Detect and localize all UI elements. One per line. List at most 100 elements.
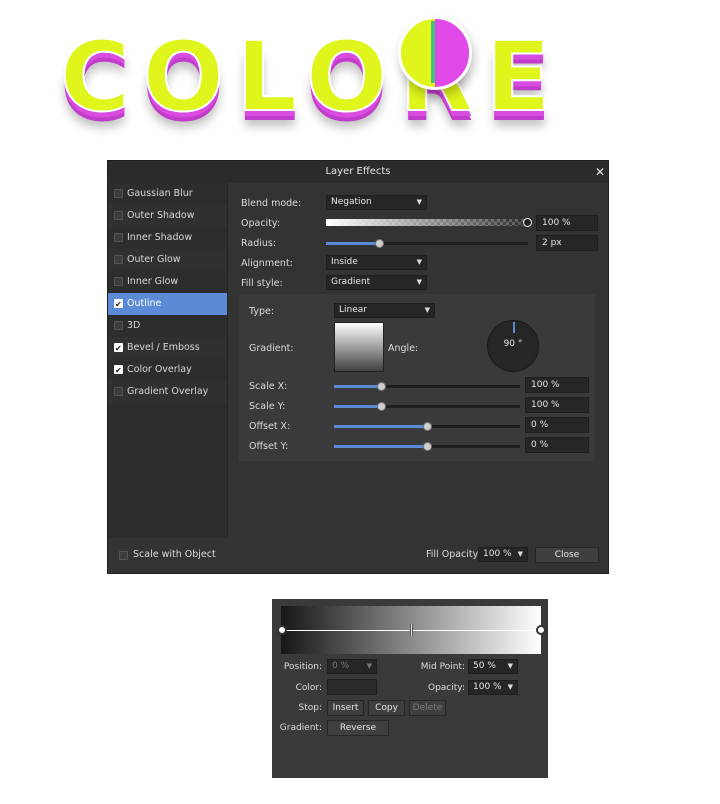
copy-stop-button[interactable]: Copy bbox=[368, 700, 405, 716]
close-icon[interactable]: ✕ bbox=[592, 161, 608, 183]
insert-stop-button[interactable]: Insert bbox=[327, 700, 364, 716]
offset-y-field[interactable]: 0 % bbox=[525, 437, 589, 453]
effect-label: Gradient Overlay bbox=[127, 386, 209, 397]
scale-with-object-checkbox[interactable] bbox=[119, 551, 128, 560]
effect-label: Outer Shadow bbox=[127, 210, 195, 221]
fill-opacity-dropdown[interactable]: 100 % ▼ bbox=[478, 547, 528, 562]
effect-item-color-overlay[interactable]: Color Overlay bbox=[108, 359, 227, 382]
effect-label: Gaussian Blur bbox=[127, 188, 193, 199]
effect-label: Outline bbox=[127, 298, 162, 309]
stop-opacity-dropdown[interactable]: 100 % ▼ bbox=[468, 680, 518, 695]
effect-label: Inner Glow bbox=[127, 276, 179, 287]
effect-checkbox[interactable] bbox=[114, 255, 123, 264]
logo-ball-graphic bbox=[398, 16, 472, 90]
effect-checkbox[interactable] bbox=[114, 189, 123, 198]
effect-item-3d[interactable]: 3D bbox=[108, 315, 227, 337]
gradient-midpoint-handle[interactable] bbox=[410, 624, 413, 636]
logo-banner: COLORE bbox=[0, 0, 720, 150]
effects-list: Gaussian Blur Outer Shadow Inner Shadow … bbox=[108, 183, 228, 538]
radius-slider-knob[interactable] bbox=[374, 239, 384, 248]
alignment-label: Alignment: bbox=[241, 258, 293, 269]
effect-item-outer-shadow[interactable]: Outer Shadow bbox=[108, 205, 227, 227]
effect-label: Color Overlay bbox=[127, 364, 192, 375]
effect-checkbox[interactable] bbox=[114, 277, 123, 286]
opacity-label: Opacity: bbox=[241, 218, 281, 229]
effect-item-gaussian-blur[interactable]: Gaussian Blur bbox=[108, 183, 227, 205]
effect-checkbox[interactable] bbox=[114, 294, 123, 316]
gradient-label-editor: Gradient: bbox=[279, 723, 322, 733]
offset-y-slider-fill bbox=[334, 445, 427, 448]
offset-y-slider-knob[interactable] bbox=[423, 442, 432, 451]
blend-mode-dropdown[interactable]: Negation ▼ bbox=[326, 195, 427, 210]
chevron-down-icon: ▼ bbox=[416, 198, 422, 206]
type-dropdown[interactable]: Linear ▼ bbox=[334, 303, 435, 318]
fill-style-value: Gradient bbox=[331, 277, 371, 287]
mid-point-value: 50 % bbox=[473, 661, 496, 671]
dialog-footer: Scale with Object Fill Opacity: 100 % ▼ … bbox=[108, 538, 608, 573]
reverse-button[interactable]: Reverse bbox=[327, 720, 389, 736]
radius-slider-fill bbox=[326, 242, 379, 245]
chevron-down-icon: ▼ bbox=[507, 683, 513, 691]
color-label: Color: bbox=[295, 683, 322, 693]
angle-value: 90 ° bbox=[503, 339, 523, 349]
radius-slider[interactable] bbox=[326, 239, 528, 248]
scale-with-object-label: Scale with Object bbox=[133, 549, 216, 560]
effect-checkbox[interactable] bbox=[114, 360, 123, 382]
layer-effects-dialog: Layer Effects ✕ Gaussian Blur Outer Shad… bbox=[107, 160, 609, 574]
effect-checkbox[interactable] bbox=[114, 321, 123, 330]
opacity-field[interactable]: 100 % bbox=[536, 215, 598, 231]
color-swatch[interactable] bbox=[327, 679, 377, 695]
effect-item-bevel-emboss[interactable]: Bevel / Emboss bbox=[108, 337, 227, 360]
scale-y-field[interactable]: 100 % bbox=[525, 397, 589, 413]
gradient-start-stop-handle[interactable] bbox=[277, 625, 287, 635]
scale-y-label: Scale Y: bbox=[249, 401, 286, 412]
mid-point-dropdown[interactable]: 50 % ▼ bbox=[468, 659, 518, 674]
gradient-end-stop-handle[interactable] bbox=[536, 625, 546, 635]
effect-item-outline[interactable]: Outline bbox=[108, 293, 227, 316]
opacity-slider[interactable] bbox=[326, 218, 532, 227]
effect-checkbox[interactable] bbox=[114, 338, 123, 360]
effect-checkbox[interactable] bbox=[114, 233, 123, 242]
scale-y-slider-knob[interactable] bbox=[376, 402, 386, 411]
fill-style-dropdown[interactable]: Gradient ▼ bbox=[326, 275, 427, 290]
chevron-down-icon: ▼ bbox=[416, 258, 422, 266]
mid-point-label: Mid Point: bbox=[420, 662, 465, 672]
blend-mode-label: Blend mode: bbox=[241, 198, 302, 209]
gradient-swatch[interactable] bbox=[334, 322, 384, 372]
chevron-down-icon: ▼ bbox=[517, 550, 523, 558]
scale-x-field[interactable]: 100 % bbox=[525, 377, 589, 393]
effect-item-outer-glow[interactable]: Outer Glow bbox=[108, 249, 227, 271]
angle-dial[interactable]: 90 ° bbox=[487, 320, 539, 372]
close-button[interactable]: Close bbox=[535, 547, 599, 563]
alignment-value: Inside bbox=[331, 257, 358, 267]
stop-label: Stop: bbox=[298, 703, 323, 713]
effect-checkbox[interactable] bbox=[114, 387, 123, 396]
effect-item-gradient-overlay[interactable]: Gradient Overlay bbox=[108, 381, 227, 403]
offset-x-field[interactable]: 0 % bbox=[525, 417, 589, 433]
scale-x-slider[interactable] bbox=[334, 382, 520, 391]
angle-dial-indicator bbox=[513, 322, 515, 333]
dialog-title: Layer Effects bbox=[108, 161, 608, 183]
offset-x-slider[interactable] bbox=[334, 422, 520, 431]
radius-field[interactable]: 2 px bbox=[536, 235, 598, 251]
opacity-slider-knob[interactable] bbox=[523, 218, 532, 227]
offset-x-slider-knob[interactable] bbox=[423, 422, 432, 431]
effect-checkbox[interactable] bbox=[114, 211, 123, 220]
fill-style-label: Fill style: bbox=[241, 278, 283, 289]
gradient-editor-panel: Position: 0 % ▼ Mid Point: 50 % ▼ Color:… bbox=[272, 599, 548, 778]
chevron-down-icon: ▼ bbox=[424, 306, 430, 314]
effect-item-inner-shadow[interactable]: Inner Shadow bbox=[108, 227, 227, 249]
offset-y-label: Offset Y: bbox=[249, 441, 289, 452]
scale-x-slider-knob[interactable] bbox=[376, 382, 386, 391]
opacity-slider-fill bbox=[326, 219, 528, 226]
scale-x-slider-fill bbox=[334, 385, 381, 388]
gradient-settings-panel: Type: Linear ▼ Gradient: Angle: 90 ° Sca… bbox=[239, 294, 595, 461]
effect-item-inner-glow[interactable]: Inner Glow bbox=[108, 271, 227, 293]
scale-y-slider[interactable] bbox=[334, 402, 520, 411]
position-dropdown: 0 % ▼ bbox=[327, 659, 377, 674]
blend-mode-value: Negation bbox=[331, 197, 372, 207]
alignment-dropdown[interactable]: Inside ▼ bbox=[326, 255, 427, 270]
offset-y-slider[interactable] bbox=[334, 442, 520, 451]
logo-text: COLORE bbox=[59, 21, 563, 133]
gradient-label: Gradient: bbox=[249, 343, 294, 354]
